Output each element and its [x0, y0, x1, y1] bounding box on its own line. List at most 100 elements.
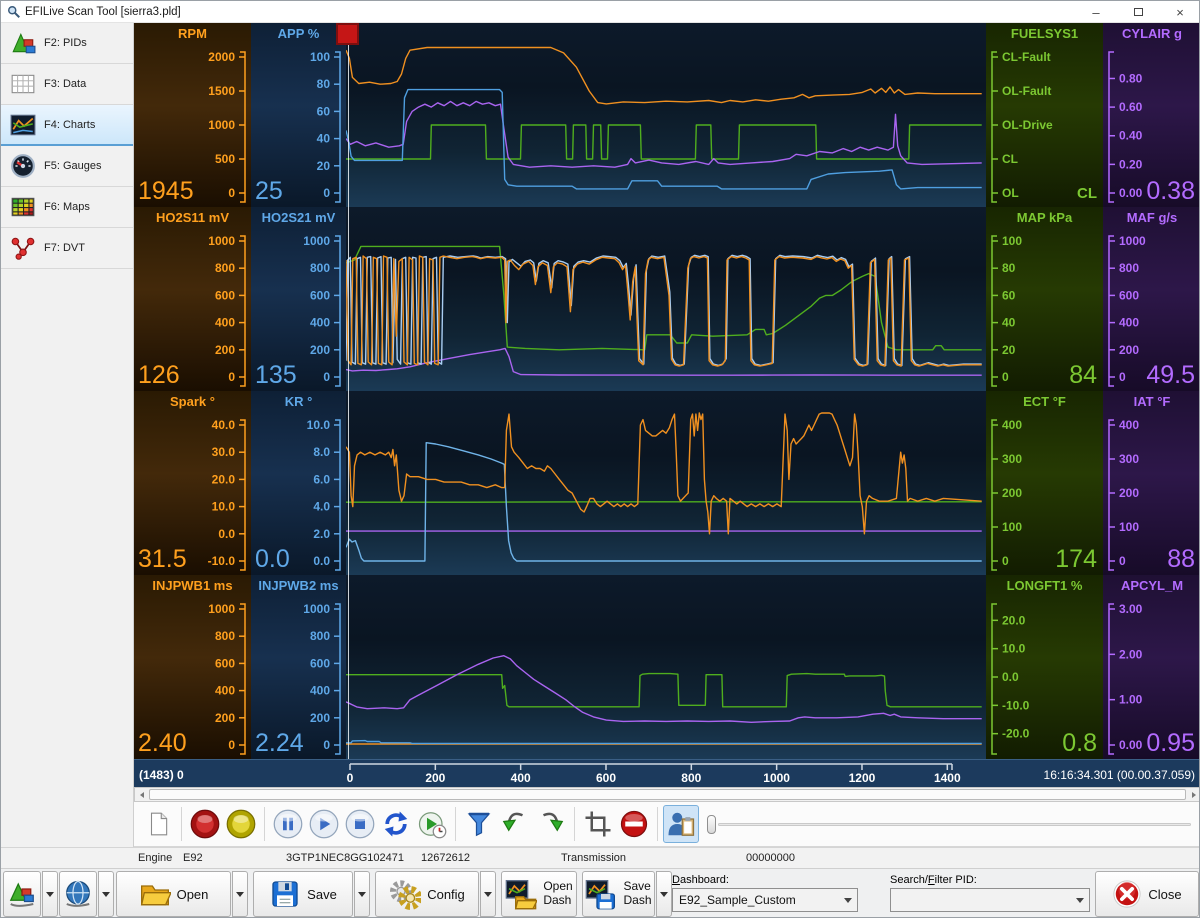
- save-dash-button[interactable]: Save Dash: [582, 871, 655, 917]
- svg-text:100: 100: [1119, 520, 1139, 534]
- axis-panel-longft1-[interactable]: LONGFT1 % 20.0 10.0 0.0 -10.0 -20.0 0.8: [986, 575, 1103, 759]
- plot-area-2[interactable]: [346, 207, 986, 391]
- search-filter-pid-input[interactable]: [890, 888, 1090, 912]
- sidebar-item-maps[interactable]: F6: Maps: [1, 187, 133, 228]
- svg-text:-10.0: -10.0: [208, 554, 236, 568]
- record-red-button[interactable]: [187, 805, 223, 843]
- save-dropdown[interactable]: [354, 871, 370, 917]
- axis-label: MAP kPa: [1016, 210, 1073, 225]
- slider-handle[interactable]: [707, 814, 716, 834]
- axis-panel-ho2s21-mv[interactable]: HO2S21 mV 1000 800 600 400 200 0 135: [251, 207, 346, 391]
- goto-next-button[interactable]: [533, 805, 569, 843]
- dashboard-select-value: E92_Sample_Custom: [679, 893, 796, 907]
- scroll-left-icon[interactable]: [135, 789, 148, 800]
- button-label: Save: [307, 886, 337, 902]
- svg-text:200: 200: [1119, 486, 1139, 500]
- maximize-button[interactable]: [1117, 1, 1159, 23]
- axis-panel-injpwb2-ms[interactable]: INJPWB2 ms 1000 800 600 400 200 0 2.24: [251, 575, 346, 759]
- axis-panel-maf-g-s[interactable]: MAF g/s 1000 800 600 400 200 0 49.5: [1103, 207, 1199, 391]
- x-axis-bar: (1483) 0 0 200 400 600 800 1000 1200 1400 16:16:3…: [134, 759, 1199, 787]
- engine-info-bar: Engine E92 3GTP1NEC8GG102471 12672612 Transm…: [1, 847, 1199, 868]
- pause-icon: [273, 809, 303, 839]
- chart-row-1: RPM 2000 1500 1000 500 0 1945 APP % 100 80 60 40 20 0…: [134, 23, 1199, 207]
- open-button[interactable]: Open: [116, 871, 231, 917]
- replay-position-slider[interactable]: [707, 814, 1191, 834]
- scrollbar-thumb[interactable]: [149, 789, 1186, 800]
- play-icon: [309, 809, 339, 839]
- plot-area-4[interactable]: [346, 575, 986, 759]
- crop-button[interactable]: [580, 805, 616, 843]
- axis-panel-app-[interactable]: APP % 100 80 60 40 20 0 25: [251, 23, 346, 207]
- scan-colors-button[interactable]: [3, 871, 41, 917]
- sidebar-item-pids[interactable]: F2: PIDs: [1, 23, 133, 64]
- axis-panel-kr-[interactable]: KR ° 10.0 8.0 6.0 4.0 2.0 0.0 0.0: [251, 391, 346, 575]
- pause-button[interactable]: [270, 805, 306, 843]
- open-dropdown[interactable]: [232, 871, 248, 917]
- axis-panel-rpm[interactable]: RPM 2000 1500 1000 500 0 1945: [134, 23, 251, 207]
- close-window-button[interactable]: ×: [1159, 1, 1199, 23]
- play-button[interactable]: [306, 805, 342, 843]
- axis-panel-map-kpa[interactable]: MAP kPa 100 80 60 40 20 0 84: [986, 207, 1103, 391]
- svg-text:0.00: 0.00: [1119, 186, 1143, 200]
- sidebar-item-gauges[interactable]: F5: Gauges: [1, 146, 133, 187]
- toolbar-separator: [657, 807, 658, 841]
- slider-track[interactable]: [718, 822, 1191, 826]
- chevron-down-icon: [236, 891, 244, 897]
- stop-button[interactable]: [342, 805, 378, 843]
- cursor-marker[interactable]: [336, 23, 359, 45]
- plot-area-3[interactable]: [346, 391, 986, 575]
- horizontal-scrollbar[interactable]: [134, 787, 1199, 802]
- dashboard-button[interactable]: [663, 805, 699, 843]
- replay-speed-button[interactable]: [414, 805, 450, 843]
- record-yellow-button[interactable]: [223, 805, 259, 843]
- svg-text:300: 300: [1002, 452, 1022, 466]
- axis-label: Spark °: [170, 394, 215, 409]
- block-button[interactable]: [616, 805, 652, 843]
- new-log-button[interactable]: [140, 805, 176, 843]
- axis-panel-ect-f[interactable]: ECT °F 400 300 200 100 0 174: [986, 391, 1103, 575]
- minimize-button[interactable]: –: [1075, 1, 1117, 23]
- close-button[interactable]: Close: [1095, 871, 1199, 917]
- globe-dropdown[interactable]: [98, 871, 114, 917]
- window-title: EFILive Scan Tool [sierra3.pld]: [25, 5, 181, 18]
- axis-panel-spark-[interactable]: Spark ° 40.0 30.0 20.0 10.0 0.0 -10.0 31.5: [134, 391, 251, 575]
- axis-panel-iat-f[interactable]: IAT °F 400 300 200 100 0 88: [1103, 391, 1199, 575]
- svg-text:0: 0: [1002, 554, 1009, 568]
- sidebar-item-dvt[interactable]: F7: DVT: [1, 228, 133, 269]
- refresh-button[interactable]: [378, 805, 414, 843]
- axis-panel-apcyl-m[interactable]: APCYL_M 3.00 2.00 1.00 0.00 0.95: [1103, 575, 1199, 759]
- axis-current-value: 25: [255, 177, 283, 205]
- svg-text:20: 20: [1002, 343, 1016, 357]
- sidebar-item-data[interactable]: F3: Data: [1, 64, 133, 105]
- bottom-button-bar: Dashboard: E92_Sample_Custom Search/Filt…: [1, 868, 1199, 917]
- save-dropdown[interactable]: [656, 871, 672, 917]
- config-dropdown[interactable]: [480, 871, 496, 917]
- plot-area-1[interactable]: [346, 23, 986, 207]
- engine-field: E92: [183, 852, 203, 864]
- svg-text:1000: 1000: [303, 234, 330, 248]
- axis-panel-injpwb1-ms[interactable]: INJPWB1 ms 1000 800 600 400 200 0 2.40: [134, 575, 251, 759]
- cursor-line[interactable]: [348, 23, 349, 759]
- axis-panel-ho2s11-mv[interactable]: HO2S11 mV 1000 800 600 400 200 0 126: [134, 207, 251, 391]
- dashboard-select[interactable]: E92_Sample_Custom: [672, 888, 858, 912]
- scan-colors-dropdown[interactable]: [42, 871, 58, 917]
- goto-previous-button[interactable]: [497, 805, 533, 843]
- svg-text:0: 0: [228, 738, 235, 752]
- scroll-right-icon[interactable]: [1187, 789, 1199, 800]
- svg-text:0.40: 0.40: [1119, 129, 1143, 143]
- axis-current-value: 126: [138, 361, 180, 389]
- save-button[interactable]: Save: [253, 871, 353, 917]
- globe-button[interactable]: [59, 871, 97, 917]
- axis-panel-fuelsys1[interactable]: FUELSYS1 CL-Fault OL-Fault OL-Drive CL OL CL: [986, 23, 1103, 207]
- config-button[interactable]: Config: [375, 871, 479, 917]
- svg-text:800: 800: [310, 629, 330, 643]
- svg-text:0.60: 0.60: [1119, 100, 1143, 114]
- chevron-down-icon: [46, 891, 54, 897]
- open-dash-button[interactable]: Open Dash: [501, 871, 577, 917]
- axis-panel-cylair-g[interactable]: CYLAIR g 0.80 0.60 0.40 0.20 0.00 0.38: [1103, 23, 1199, 207]
- filter-button[interactable]: [461, 805, 497, 843]
- sidebar-item-charts[interactable]: F4: Charts: [1, 105, 133, 146]
- title-bar: EFILive Scan Tool [sierra3.pld] – ×: [1, 1, 1199, 23]
- axis-current-value: 0.0: [255, 545, 290, 573]
- svg-text:30.0: 30.0: [212, 445, 236, 459]
